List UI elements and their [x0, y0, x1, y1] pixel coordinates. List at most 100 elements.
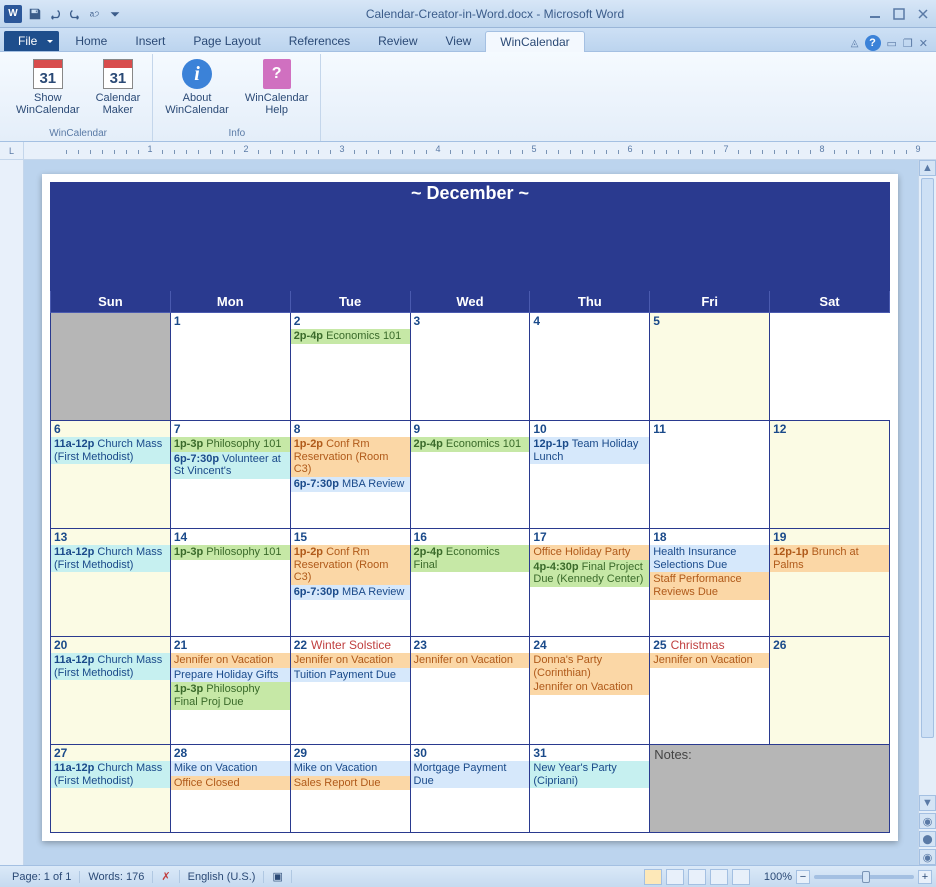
ruler-horizontal[interactable]: 123456789	[24, 142, 936, 160]
browse-object-icon[interactable]: ⬤	[919, 831, 936, 847]
calendar-event[interactable]: Office Holiday Party	[530, 545, 649, 560]
calendar-day-cell[interactable]: 23Jennifer on Vacation	[410, 637, 530, 745]
save-icon[interactable]	[26, 5, 44, 23]
tab-home[interactable]: Home	[61, 31, 121, 51]
calendar-event[interactable]: 11a-12p Church Mass (First Methodist)	[51, 653, 170, 680]
calendar-day-cell[interactable]: 5	[650, 313, 770, 421]
ruler-vertical[interactable]	[0, 160, 24, 865]
calendar-day-cell[interactable]: 151p-2p Conf Rm Reservation (Room C3)6p-…	[290, 529, 410, 637]
about-wincalendar-button[interactable]: i About WinCalendar	[159, 56, 235, 118]
status-words[interactable]: Words: 176	[80, 871, 153, 883]
view-print-layout-icon[interactable]	[644, 869, 662, 885]
calendar-day-cell[interactable]: 28Mike on VacationOffice Closed	[170, 745, 290, 833]
status-macro-icon[interactable]: ▣	[264, 870, 291, 883]
next-page-icon[interactable]: ◉	[919, 849, 936, 865]
calendar-event[interactable]: Mike on Vacation	[291, 761, 410, 776]
calendar-day-cell[interactable]: 11	[650, 421, 770, 529]
document-area[interactable]: ~ December ~SunMonTueWedThuFriSat122p-4p…	[24, 160, 918, 865]
calendar-event[interactable]: Office Closed	[171, 776, 290, 791]
calendar-day-cell[interactable]: 17Office Holiday Party4p-4:30p Final Pro…	[530, 529, 650, 637]
tab-wincalendar[interactable]: WinCalendar	[485, 31, 584, 52]
calendar-day-cell[interactable]: 21Jennifer on VacationPrepare Holiday Gi…	[170, 637, 290, 745]
calendar-day-cell[interactable]: 26	[770, 637, 890, 745]
calendar-day-cell[interactable]: 611a-12p Church Mass (First Methodist)	[51, 421, 171, 529]
calendar-day-cell[interactable]: 1	[170, 313, 290, 421]
help-icon[interactable]: ?	[865, 35, 881, 51]
tab-insert[interactable]: Insert	[121, 31, 179, 51]
calendar-event[interactable]: Mike on Vacation	[171, 761, 290, 776]
calendar-event[interactable]: New Year's Party (Cipriani)	[530, 761, 649, 788]
calendar-day-cell[interactable]: 22p-4p Economics 101	[290, 313, 410, 421]
calendar-event[interactable]: Jennifer on Vacation	[530, 680, 649, 695]
calendar-event[interactable]: 1p-3p Philosophy 101	[171, 545, 290, 560]
calendar-event[interactable]: 1p-3p Philosophy Final Proj Due	[171, 682, 290, 709]
calendar-day-cell[interactable]: 25ChristmasJennifer on Vacation	[650, 637, 770, 745]
calendar-day-cell[interactable]: 92p-4p Economics 101	[410, 421, 530, 529]
mdi-restore-icon[interactable]: ❐	[903, 37, 913, 50]
zoom-in-icon[interactable]: +	[918, 870, 932, 884]
calendar-event[interactable]: Staff Performance Reviews Due	[650, 572, 769, 599]
calendar-event[interactable]: Jennifer on Vacation	[650, 653, 769, 668]
vertical-scrollbar[interactable]: ▲ ▼ ◉ ⬤ ◉	[918, 160, 936, 865]
calendar-event[interactable]: 2p-4p Economics 101	[291, 329, 410, 344]
calendar-event[interactable]: 11a-12p Church Mass (First Methodist)	[51, 545, 170, 572]
calendar-event[interactable]: Sales Report Due	[291, 776, 410, 791]
calendar-event[interactable]: 12p-1p Brunch at Palms	[770, 545, 889, 572]
calendar-event[interactable]: 6p-7:30p MBA Review	[291, 585, 410, 600]
calendar-day-cell[interactable]: 2711a-12p Church Mass (First Methodist)	[51, 745, 171, 833]
calendar-day-cell[interactable]: 3	[410, 313, 530, 421]
calendar-day-cell[interactable]: 29Mike on VacationSales Report Due	[290, 745, 410, 833]
calendar-event[interactable]: 12p-1p Team Holiday Lunch	[530, 437, 649, 464]
calendar-day-cell[interactable]: 141p-3p Philosophy 101	[170, 529, 290, 637]
prev-page-icon[interactable]: ◉	[919, 813, 936, 829]
view-web-layout-icon[interactable]	[688, 869, 706, 885]
calendar-event[interactable]: Jennifer on Vacation	[171, 653, 290, 668]
zoom-level[interactable]: 100%	[764, 871, 792, 883]
calendar-day-cell[interactable]: 1912p-1p Brunch at Palms	[770, 529, 890, 637]
calendar-event[interactable]: Tuition Payment Due	[291, 668, 410, 683]
qat-customize-icon[interactable]	[106, 5, 124, 23]
scroll-thumb[interactable]	[921, 178, 934, 738]
tab-review[interactable]: Review	[364, 31, 431, 51]
calendar-day-cell[interactable]: 1311a-12p Church Mass (First Methodist)	[51, 529, 171, 637]
calendar-day-cell[interactable]: 162p-4p Economics Final	[410, 529, 530, 637]
calendar-day-cell[interactable]: 1012p-1p Team Holiday Lunch	[530, 421, 650, 529]
calendar-event[interactable]: Health Insurance Selections Due	[650, 545, 769, 572]
scroll-down-icon[interactable]: ▼	[919, 795, 936, 811]
calendar-event[interactable]: 11a-12p Church Mass (First Methodist)	[51, 761, 170, 788]
calendar-event[interactable]: 4p-4:30p Final Project Due (Kennedy Cent…	[530, 560, 649, 587]
calendar-day-cell[interactable]: 4	[530, 313, 650, 421]
view-full-screen-icon[interactable]	[666, 869, 684, 885]
calendar-event[interactable]: 6p-7:30p MBA Review	[291, 477, 410, 492]
calendar-day-cell[interactable]: 2011a-12p Church Mass (First Methodist)	[51, 637, 171, 745]
calendar-event[interactable]: 1p-3p Philosophy 101	[171, 437, 290, 452]
calendar-event[interactable]: 11a-12p Church Mass (First Methodist)	[51, 437, 170, 464]
wincalendar-help-button[interactable]: ? WinCalendar Help	[239, 56, 315, 118]
calendar-day-cell[interactable]: 30Mortgage Payment Due	[410, 745, 530, 833]
calendar-event[interactable]: 1p-2p Conf Rm Reservation (Room C3)	[291, 545, 410, 585]
close-icon[interactable]	[914, 6, 932, 22]
mdi-close-icon[interactable]: ✕	[919, 37, 928, 50]
status-page[interactable]: Page: 1 of 1	[4, 871, 80, 883]
view-outline-icon[interactable]	[710, 869, 728, 885]
calendar-event[interactable]: Mortgage Payment Due	[411, 761, 530, 788]
tab-view[interactable]: View	[432, 31, 486, 51]
zoom-out-icon[interactable]: −	[796, 870, 810, 884]
calendar-day-cell[interactable]: 71p-3p Philosophy 1016p-7:30p Volunteer …	[170, 421, 290, 529]
tab-page-layout[interactable]: Page Layout	[179, 31, 274, 51]
calendar-day-cell[interactable]: 22Winter SolsticeJennifer on VacationTui…	[290, 637, 410, 745]
ruler-corner[interactable]: L	[0, 142, 24, 160]
tab-file[interactable]: File	[4, 31, 59, 51]
ribbon-minimize-icon[interactable]: ◬	[851, 38, 859, 49]
calendar-event[interactable]: 2p-4p Economics 101	[411, 437, 530, 452]
undo-icon[interactable]	[46, 5, 64, 23]
calendar-event[interactable]: Prepare Holiday Gifts	[171, 668, 290, 683]
status-language[interactable]: English (U.S.)	[180, 871, 265, 883]
zoom-slider[interactable]	[814, 875, 914, 879]
maximize-icon[interactable]	[890, 6, 908, 22]
view-draft-icon[interactable]	[732, 869, 750, 885]
calendar-day-cell[interactable]: 18Health Insurance Selections DueStaff P…	[650, 529, 770, 637]
scroll-up-icon[interactable]: ▲	[919, 160, 936, 176]
status-proofing-icon[interactable]: ✗	[153, 870, 179, 883]
calendar-day-cell[interactable]: 81p-2p Conf Rm Reservation (Room C3)6p-7…	[290, 421, 410, 529]
